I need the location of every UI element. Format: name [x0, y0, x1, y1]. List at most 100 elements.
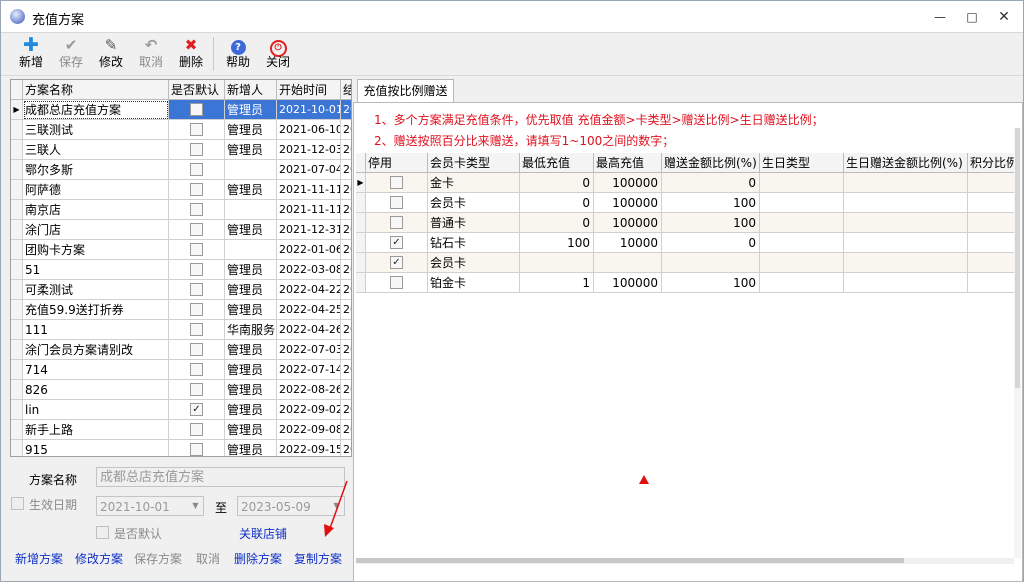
birthday-type-cell[interactable]	[760, 233, 844, 253]
gift-ratio-cell[interactable]: 100	[662, 273, 760, 293]
copy-plan-link[interactable]: 复制方案	[294, 550, 342, 567]
end-time-cell[interactable]: 20	[341, 380, 351, 400]
birthday-type-cell[interactable]	[760, 213, 844, 233]
plan-name-cell[interactable]: 鄂尔多斯	[23, 160, 169, 180]
plan-name-cell[interactable]: 新手上路	[23, 420, 169, 440]
end-time-cell[interactable]: 20	[341, 400, 351, 420]
save-plan-link[interactable]: 保存方案	[134, 550, 182, 567]
plan-row[interactable]: 鄂尔多斯 2021-07-0420	[11, 160, 351, 180]
is-default-cell[interactable]	[169, 380, 225, 400]
card-type-cell[interactable]: 普通卡	[428, 213, 520, 233]
gift-ratio-cell[interactable]: 100	[662, 193, 760, 213]
is-default-cell[interactable]	[169, 300, 225, 320]
creator-cell[interactable]	[225, 160, 277, 180]
start-time-cell[interactable]: 2022-01-06	[277, 240, 341, 260]
disabled-checkbox[interactable]	[390, 176, 403, 189]
horizontal-scrollbar[interactable]	[356, 558, 1014, 564]
is-default-cell[interactable]	[169, 320, 225, 340]
is-default-cell[interactable]	[169, 340, 225, 360]
is-default-cell[interactable]	[169, 120, 225, 140]
points-ratio-cell[interactable]	[968, 233, 1014, 253]
plan-row[interactable]: 915 管理员2022-09-1520	[11, 440, 351, 456]
points-ratio-cell[interactable]	[968, 173, 1014, 193]
min-recharge-cell[interactable]: 100	[520, 233, 594, 253]
plan-row[interactable]: 三联测试 管理员2021-06-1020	[11, 120, 351, 140]
cancel-button[interactable]: ↶ 取消	[133, 35, 169, 73]
default-checkbox[interactable]	[190, 383, 203, 396]
creator-cell[interactable]: 管理员	[225, 420, 277, 440]
plan-row[interactable]: 111 华南服务2022-04-2620	[11, 320, 351, 340]
is-default-cell[interactable]: ✓	[169, 400, 225, 420]
birthday-gift-ratio-cell[interactable]	[844, 253, 968, 273]
plan-name-cell[interactable]: 充值59.9送打折券	[23, 300, 169, 320]
is-default-cell[interactable]	[169, 280, 225, 300]
disabled-checkbox[interactable]	[390, 276, 403, 289]
chevron-down-icon[interactable]: ▼	[188, 497, 203, 515]
default-checkbox[interactable]	[190, 303, 203, 316]
plan-row[interactable]: lin ✓ 管理员2022-09-0220	[11, 400, 351, 420]
creator-cell[interactable]: 管理员	[225, 100, 277, 120]
end-time-cell[interactable]: 20	[341, 420, 351, 440]
is-default-cell[interactable]	[169, 100, 225, 120]
creator-cell[interactable]: 华南服务	[225, 320, 277, 340]
plan-name-cell[interactable]: 涂门会员方案请别改	[23, 340, 169, 360]
delete-button[interactable]: ✖ 删除	[173, 35, 209, 73]
plan-name-cell[interactable]: 阿萨德	[23, 180, 169, 200]
creator-cell[interactable]: 管理员	[225, 340, 277, 360]
edit-plan-link[interactable]: 修改方案	[75, 550, 123, 567]
creator-cell[interactable]: 管理员	[225, 140, 277, 160]
ratio-row[interactable]: ▶ 金卡 0 100000 0	[356, 173, 1014, 193]
edit-button[interactable]: ✎ 修改	[93, 35, 129, 73]
default-checkbox[interactable]	[190, 443, 203, 456]
max-recharge-cell[interactable]: 100000	[594, 273, 662, 293]
col-creator[interactable]: 新增人	[225, 80, 277, 100]
ratio-grid[interactable]: 停用 会员卡类型 最低充值 最高充值 赠送金额比例(%) 生日类型 生日赠送金额…	[356, 153, 1014, 323]
creator-cell[interactable]: 管理员	[225, 280, 277, 300]
col-max-recharge[interactable]: 最高充值	[594, 153, 662, 173]
creator-cell[interactable]: 管理员	[225, 180, 277, 200]
col-min-recharge[interactable]: 最低充值	[520, 153, 594, 173]
plan-name-cell[interactable]: 涂门店	[23, 220, 169, 240]
plan-row[interactable]: 涂门会员方案请别改 管理员2022-07-0320	[11, 340, 351, 360]
min-recharge-cell[interactable]: 1	[520, 273, 594, 293]
is-default-cell[interactable]	[169, 160, 225, 180]
end-time-cell[interactable]: 20	[341, 100, 351, 120]
is-default-cell[interactable]	[169, 140, 225, 160]
birthday-type-cell[interactable]	[760, 273, 844, 293]
end-time-cell[interactable]: 20	[341, 240, 351, 260]
start-time-cell[interactable]: 2021-06-10	[277, 120, 341, 140]
plan-name-cell[interactable]: 三联人	[23, 140, 169, 160]
start-time-cell[interactable]: 2022-03-08	[277, 260, 341, 280]
start-time-cell[interactable]: 2022-09-15	[277, 440, 341, 456]
col-plan-name[interactable]: 方案名称	[23, 80, 169, 100]
is-default-cell[interactable]	[169, 260, 225, 280]
creator-cell[interactable]: 管理员	[225, 400, 277, 420]
plan-row[interactable]: 团购卡方案 2022-01-0620	[11, 240, 351, 260]
default-checkbox[interactable]	[190, 323, 203, 336]
col-disabled[interactable]: 停用	[366, 153, 428, 173]
col-start-time[interactable]: 开始时间	[277, 80, 341, 100]
maximize-icon[interactable]: □	[962, 8, 982, 26]
plan-name-cell[interactable]: 111	[23, 320, 169, 340]
gift-ratio-cell[interactable]: 0	[662, 173, 760, 193]
max-recharge-cell[interactable]: 10000	[594, 233, 662, 253]
end-time-cell[interactable]: 20	[341, 220, 351, 240]
start-time-cell[interactable]: 2022-09-08	[277, 420, 341, 440]
min-recharge-cell[interactable]: 0	[520, 193, 594, 213]
plan-name-cell[interactable]: 成都总店充值方案	[23, 100, 169, 120]
points-ratio-cell[interactable]	[968, 193, 1014, 213]
birthday-type-cell[interactable]	[760, 173, 844, 193]
ratio-row[interactable]: 铂金卡 1 100000 100	[356, 273, 1014, 293]
end-time-cell[interactable]: 20	[341, 340, 351, 360]
plan-row[interactable]: 南京店 2021-11-1120	[11, 200, 351, 220]
close-window-icon[interactable]: ✕	[994, 8, 1014, 26]
end-time-cell[interactable]: 20	[341, 360, 351, 380]
plan-name-cell[interactable]: 团购卡方案	[23, 240, 169, 260]
plan-name-cell[interactable]: 南京店	[23, 200, 169, 220]
effective-date-checkbox[interactable]	[11, 497, 24, 511]
max-recharge-cell[interactable]: 100000	[594, 213, 662, 233]
birthday-gift-ratio-cell[interactable]	[844, 233, 968, 253]
plan-row[interactable]: 阿萨德 管理员2021-11-1120	[11, 180, 351, 200]
default-checkbox[interactable]	[190, 183, 203, 196]
start-time-cell[interactable]: 2022-08-26	[277, 380, 341, 400]
